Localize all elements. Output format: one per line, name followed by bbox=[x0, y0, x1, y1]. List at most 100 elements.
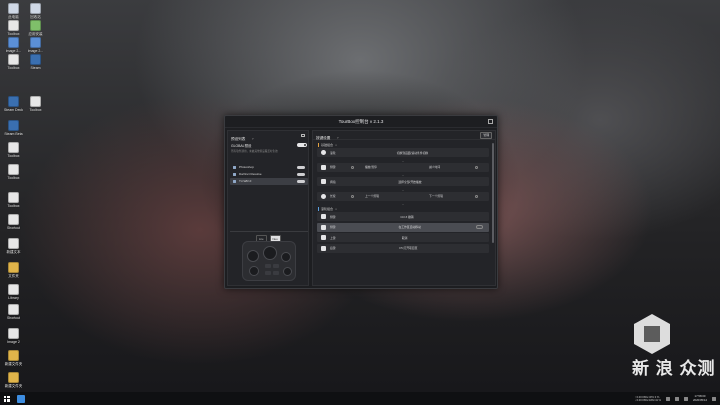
action-label[interactable]: 减少时间 bbox=[429, 165, 440, 169]
shortcut-icon bbox=[8, 120, 19, 131]
notification-icon[interactable] bbox=[712, 396, 716, 401]
app-preset-toggle[interactable] bbox=[297, 165, 305, 169]
more-options-icon[interactable]: ··· bbox=[476, 225, 483, 229]
action-label[interactable]: 切换到画面/滚动条件切换 bbox=[397, 151, 429, 155]
desktop-icon[interactable]: Toolbox bbox=[2, 164, 25, 180]
app-preset-toggle[interactable] bbox=[297, 179, 305, 183]
start-button[interactable] bbox=[0, 392, 13, 405]
collapse-icon[interactable] bbox=[301, 134, 305, 137]
app-preset-toggle[interactable] bbox=[297, 172, 305, 176]
tray-icon[interactable] bbox=[666, 396, 670, 401]
action-label[interactable]: 下一个剪辑 bbox=[429, 194, 443, 198]
desktop-icon[interactable]: 此电脑 bbox=[2, 3, 25, 19]
desktop-icon[interactable]: Toolbox bbox=[2, 20, 25, 36]
desktop-icon[interactable]: Steam bbox=[24, 54, 47, 70]
app-preset-item[interactable]: DaVinci Resolve bbox=[230, 171, 308, 178]
button-mapping-row[interactable]: 滚轮 切换到画面/滚动条件切换 bbox=[317, 148, 489, 157]
device-button-side[interactable] bbox=[265, 264, 271, 268]
desktop-icon[interactable]: Image 2 bbox=[2, 328, 25, 344]
radio-dot-icon[interactable] bbox=[351, 194, 354, 198]
desktop-icon[interactable]: 回收站 bbox=[24, 3, 47, 19]
global-preset-toggle[interactable] bbox=[297, 143, 307, 147]
help-icon[interactable]: ? bbox=[252, 137, 254, 141]
action-label[interactable]: 播放/暂停 bbox=[365, 165, 377, 169]
action-label[interactable]: F5 打开项目页 bbox=[399, 246, 417, 250]
button-mapping-list: 基础组合 ⊙ 滚轮 切换到画面/滚动条件切换 ⌄ 侧键 播放/暂停 减少时间 ⌄ 拇指 选择全部/开… bbox=[315, 142, 491, 283]
desktop-icon[interactable]: 新建文件夹 bbox=[2, 372, 25, 388]
button-mapping-row[interactable]: 长按 上一个剪辑 下一个剪辑 bbox=[317, 191, 489, 201]
device-dial[interactable] bbox=[249, 266, 259, 276]
taskbar-app-icon[interactable] bbox=[17, 394, 25, 403]
desktop-icon[interactable]: Image 2... bbox=[24, 37, 47, 53]
desktop-icon[interactable]: 新建文件夹 bbox=[2, 350, 25, 366]
radio-dot-icon[interactable] bbox=[475, 194, 478, 198]
button-settings-panel: 按键设置 ? 管理 基础组合 ⊙ 滚轮 切换到画面/滚动条件切换 ⌄ 侧键 播放/暂停 减少时… bbox=[312, 130, 496, 286]
action-label[interactable]: Ctrl Z 撤销 bbox=[400, 215, 413, 219]
action-label[interactable]: 上一个剪辑 bbox=[365, 194, 379, 198]
shortcut-icon bbox=[30, 54, 41, 65]
desktop-icon[interactable]: Toolbox bbox=[2, 54, 25, 70]
help-icon[interactable]: ? bbox=[337, 136, 339, 140]
app-preset-item[interactable]: TJ-WR-F bbox=[230, 178, 308, 185]
window-titlebar[interactable]: TourBox控制台 v 2.1.3 bbox=[225, 116, 497, 128]
group-settings-icon[interactable]: ⊙ bbox=[335, 144, 337, 147]
desktop-icon[interactable]: Toolbox bbox=[2, 142, 25, 158]
app-preset-name: Photoshop bbox=[239, 165, 254, 170]
radio-dot-icon[interactable] bbox=[475, 165, 478, 169]
desktop-icon[interactable]: Steam Deck bbox=[2, 96, 25, 112]
clock[interactable]: 17:58:00 2020/05/12 bbox=[693, 394, 707, 402]
desktop-icon[interactable]: Image 2... bbox=[2, 37, 25, 53]
button-mapping-row[interactable]: 后键 F5 打开项目页 bbox=[317, 243, 489, 253]
scrollbar[interactable] bbox=[492, 143, 494, 243]
network-icon[interactable] bbox=[684, 396, 688, 401]
manage-button[interactable]: 管理 bbox=[480, 131, 492, 139]
maximize-icon[interactable] bbox=[488, 119, 493, 124]
action-label[interactable]: 取消 bbox=[402, 236, 408, 240]
button-mapping-row[interactable]: 侧键 Ctrl Z 撤销 bbox=[317, 212, 489, 221]
group-color-bar bbox=[318, 143, 319, 147]
shortcut-icon bbox=[8, 192, 19, 203]
group-settings-icon[interactable]: ⊙ bbox=[335, 208, 337, 211]
control-name: 侧键 bbox=[330, 225, 336, 229]
app-preset-item[interactable]: Photoshop bbox=[230, 164, 308, 171]
action-label[interactable]: 选择全部/开始播放 bbox=[398, 180, 421, 184]
app-preset-name: DaVinci Resolve bbox=[239, 172, 262, 177]
device-scroll-wheel[interactable] bbox=[263, 246, 277, 260]
desktop-icon[interactable]: 文件夹 bbox=[2, 262, 25, 278]
desktop-icon-label: Toolbox bbox=[7, 204, 20, 208]
button-mapping-row[interactable]: 侧键 播放/暂停 减少时间 bbox=[317, 162, 489, 172]
radio-dot-icon[interactable] bbox=[351, 165, 354, 169]
control-name: 侧键 bbox=[330, 165, 336, 169]
button-mapping-row[interactable]: 拇指 选择全部/开始播放 bbox=[317, 177, 489, 186]
device-dpad[interactable] bbox=[283, 267, 292, 276]
app-icon bbox=[233, 165, 236, 169]
knob-control-icon bbox=[321, 150, 326, 155]
desktop-icon[interactable]: 应用安装 bbox=[24, 20, 47, 36]
shortcut-icon bbox=[8, 238, 19, 249]
windows-logo-icon bbox=[3, 395, 10, 402]
control-name: 后键 bbox=[330, 246, 336, 250]
button-mapping-row[interactable]: 侧键 在工作区自动移动 ··· bbox=[317, 222, 489, 232]
taskbar: ↑ 0.00 KB/s CPU 0 % ↓ 0.00 KB/s RAM 41 %… bbox=[0, 392, 720, 405]
volume-icon[interactable] bbox=[675, 396, 679, 401]
device-knob-right[interactable] bbox=[281, 252, 291, 262]
desktop-icon[interactable]: 新建文本 bbox=[2, 238, 25, 254]
desktop-icon[interactable]: Library bbox=[2, 284, 25, 300]
group-name: 滚轮组合 bbox=[321, 207, 334, 211]
global-preset-name: GLOBAL预设 bbox=[231, 144, 252, 148]
shortcut-icon bbox=[30, 37, 41, 48]
desktop-icon[interactable]: Toolbox bbox=[24, 96, 47, 112]
device-button-tall[interactable] bbox=[265, 271, 271, 275]
device-button-short[interactable] bbox=[273, 271, 279, 275]
desktop-icon[interactable]: Steam Beta bbox=[2, 120, 25, 136]
device-button-top[interactable] bbox=[273, 264, 279, 268]
desktop-icon-label: Image 2... bbox=[5, 49, 22, 53]
desktop-icon[interactable]: Toolbox bbox=[2, 192, 25, 208]
action-label[interactable]: 在工作区自动移动 bbox=[399, 225, 421, 229]
desktop-icon[interactable]: Shortcut bbox=[2, 304, 25, 320]
global-preset[interactable]: GLOBAL预设 所有软件通用，未被其他预设覆盖时生效 bbox=[231, 143, 307, 153]
device-knob-left[interactable] bbox=[247, 250, 259, 262]
system-tray: ↑ 0.00 KB/s CPU 0 % ↓ 0.00 KB/s RAM 41 %… bbox=[635, 392, 716, 405]
desktop-icon[interactable]: Shortcut bbox=[2, 214, 25, 230]
button-mapping-row[interactable]: 上键 取消 bbox=[317, 233, 489, 242]
